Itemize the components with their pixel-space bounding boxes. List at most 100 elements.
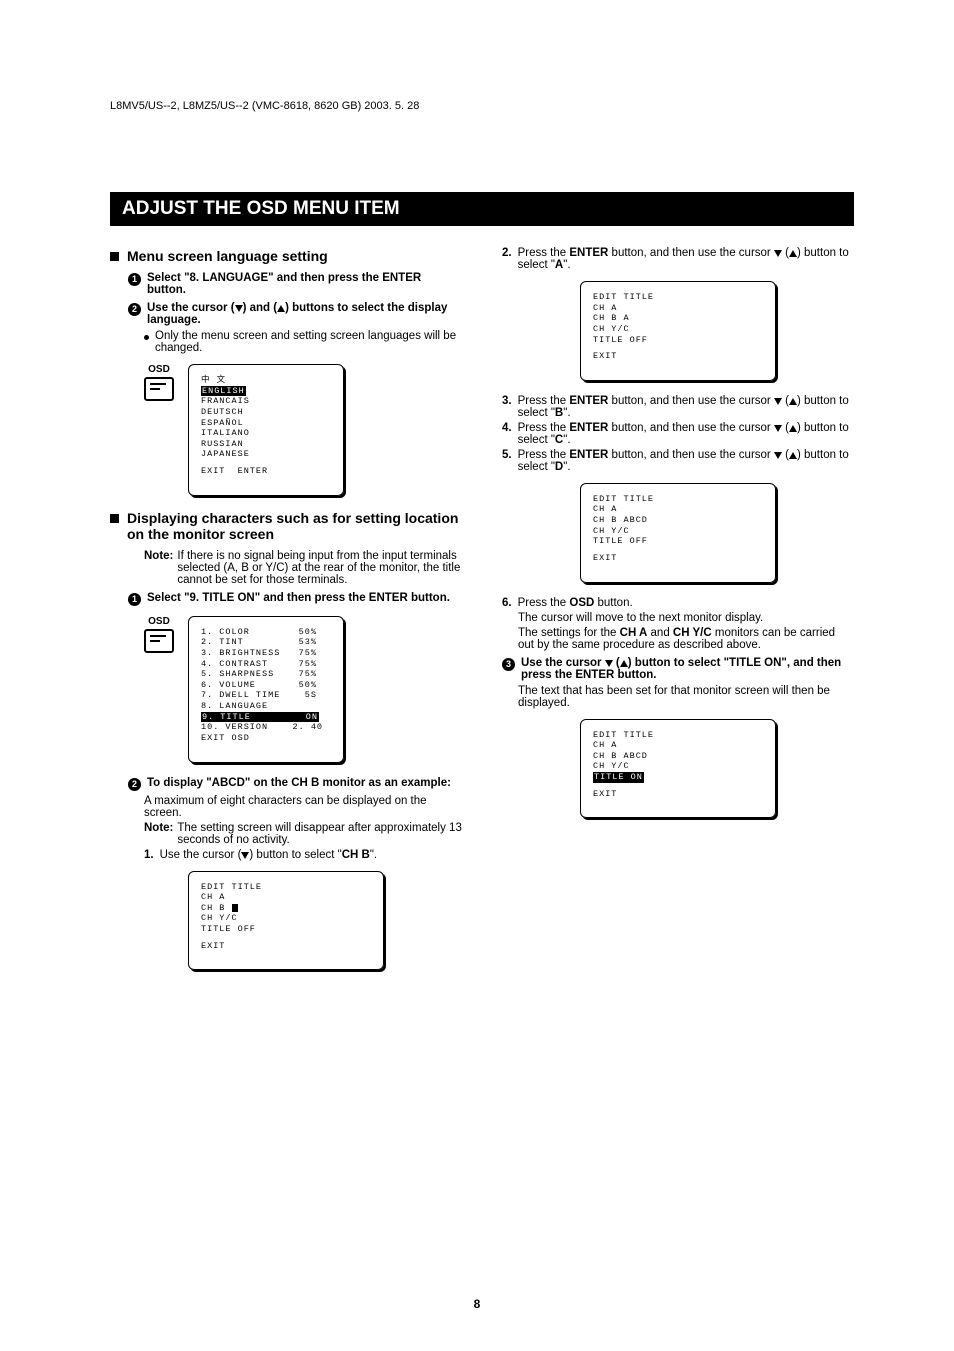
- circled-number-1-icon: 1: [128, 273, 141, 286]
- page: L8MV5/US--2, L8MZ5/US--2 (VMC-8618, 8620…: [0, 0, 954, 1351]
- substep-4: 4. Press the ENTER button, and then use …: [502, 422, 854, 446]
- screen-row: EDIT TITLE: [593, 292, 763, 303]
- substep-1: 1. Use the cursor () button to select "C…: [144, 849, 462, 861]
- step-body: The text that has been set for that moni…: [518, 685, 854, 709]
- screen-row: CH A: [593, 303, 763, 314]
- step-text: Use the cursor () and () buttons to sele…: [147, 302, 462, 326]
- osd-badge: OSD: [144, 364, 174, 401]
- language-select-screen: 中 文 ENGLISH FRANCAIS DEUTSCH ESPAÑOL ITA…: [188, 364, 344, 496]
- triangle-down-icon: [774, 250, 782, 257]
- triangle-up-icon: [620, 660, 628, 667]
- screen-row: TITLE OFF: [201, 924, 371, 935]
- menu-row: 4. CONTRAST 75%: [201, 659, 331, 670]
- triangle-down-icon: [605, 660, 613, 667]
- menu-row: 8. LANGUAGE: [201, 701, 331, 712]
- triangle-down-icon: [774, 452, 782, 459]
- step-text: Select "8. LANGUAGE" and then press the …: [147, 272, 462, 296]
- menu-row: 6. VOLUME 50%: [201, 680, 331, 691]
- note-text: If there is no signal being input from t…: [177, 550, 462, 586]
- osd-main-menu-screen: 1. COLOR 50% 2. TINT 53% 3. BRIGHTNESS 7…: [188, 616, 344, 763]
- substep-2: 2. Press the ENTER button, and then use …: [502, 247, 854, 271]
- note-text: The setting screen will disappear after …: [177, 822, 462, 846]
- bullet-dot-icon: [144, 335, 149, 340]
- circled-number-2-icon: 2: [128, 778, 141, 791]
- lang-row: FRANCAIS: [201, 396, 331, 407]
- menu-row: 7. DWELL TIME 5S: [201, 690, 331, 701]
- triangle-up-icon: [789, 425, 797, 432]
- screen-row: CH Y/C: [593, 324, 763, 335]
- screen-row: CH Y/C: [593, 761, 763, 772]
- menu-row: 5. SHARPNESS 75%: [201, 669, 331, 680]
- screen-row: EXIT: [201, 941, 371, 952]
- document-header: L8MV5/US--2, L8MZ5/US--2 (VMC-8618, 8620…: [110, 100, 854, 112]
- right-column: 2. Press the ENTER button, and then use …: [502, 244, 854, 984]
- step-2: 2 Use the cursor () and () buttons to se…: [128, 302, 462, 326]
- osd-icon: [144, 629, 174, 653]
- menu-row: EXIT OSD: [201, 733, 331, 744]
- step-text: Select "9. TITLE ON" and then press the …: [147, 592, 450, 606]
- lang-row: ESPAÑOL: [201, 418, 331, 429]
- screen-row: CH A: [593, 504, 763, 515]
- lang-row: DEUTSCH: [201, 407, 331, 418]
- triangle-down-icon: [774, 398, 782, 405]
- step-body: A maximum of eight characters can be dis…: [144, 795, 462, 819]
- lang-row: RUSSIAN: [201, 439, 331, 450]
- substep-number: 6.: [502, 597, 512, 609]
- triangle-down-icon: [774, 425, 782, 432]
- content-columns: Menu screen language setting 1 Select "8…: [110, 244, 854, 984]
- screen-row: EDIT TITLE: [593, 730, 763, 741]
- lang-row: JAPANESE: [201, 449, 331, 460]
- step-1: 1 Select "8. LANGUAGE" and then press th…: [128, 272, 462, 296]
- edit-title-screen-4: EDIT TITLE CH A CH B ABCD CH Y/C TITLE O…: [580, 719, 776, 819]
- section-heading-title-display: Displaying characters such as for settin…: [110, 510, 462, 542]
- screen-row: CH B ABCD: [593, 515, 763, 526]
- square-bullet-icon: [110, 252, 119, 261]
- circled-number-3-icon: 3: [502, 658, 515, 671]
- language-screen-figure: OSD 中 文 ENGLISH FRANCAIS DEUTSCH ESPAÑOL…: [144, 364, 462, 496]
- section-heading-language: Menu screen language setting: [110, 248, 462, 264]
- screen-row: EXIT: [593, 351, 763, 362]
- substep-text: Press the ENTER button, and then use the…: [518, 247, 854, 271]
- step-text: Use the cursor () button to select "TITL…: [521, 657, 854, 681]
- lang-row: 中 文: [201, 375, 331, 386]
- triangle-up-icon: [277, 305, 285, 312]
- osd-icon: [144, 377, 174, 401]
- note-row: Note: If there is no signal being input …: [144, 550, 462, 586]
- substep-5: 5. Press the ENTER button, and then use …: [502, 449, 854, 473]
- screen-row: CH A: [593, 740, 763, 751]
- circled-number-1-icon: 1: [128, 593, 141, 606]
- lang-footer: EXIT ENTER: [201, 466, 331, 477]
- edit-title-screen-1: EDIT TITLE CH A CH B CH Y/C TITLE OFF EX…: [188, 871, 384, 971]
- section-heading-text: Displaying characters such as for settin…: [127, 510, 462, 542]
- note-label: Note:: [144, 550, 173, 586]
- lang-row-selected: ENGLISH: [201, 386, 331, 397]
- screen-row: EXIT: [593, 789, 763, 800]
- triangle-up-icon: [789, 250, 797, 257]
- menu-row: 10. VERSION 2. 40: [201, 722, 331, 733]
- lang-row: ITALIANO: [201, 428, 331, 439]
- osd-label: OSD: [144, 364, 174, 375]
- bullet-text: Only the menu screen and setting screen …: [155, 330, 462, 354]
- screen-row: CH B ABCD: [593, 751, 763, 762]
- step-3: 3 Use the cursor () button to select "TI…: [502, 657, 854, 681]
- triangle-up-icon: [789, 452, 797, 459]
- page-title-bar: ADJUST THE OSD MENU ITEM: [110, 192, 854, 226]
- left-column: Menu screen language setting 1 Select "8…: [110, 244, 462, 984]
- substep-number: 1.: [144, 849, 154, 861]
- substep-number: 3.: [502, 395, 512, 419]
- square-bullet-icon: [110, 514, 119, 523]
- screen-row: EXIT: [593, 553, 763, 564]
- substep-text: Press the OSD button.: [518, 597, 633, 609]
- note-row: Note: The setting screen will disappear …: [144, 822, 462, 846]
- menu-row: 3. BRIGHTNESS 75%: [201, 648, 331, 659]
- menu-row-selected: 9. TITLE ON: [201, 712, 331, 723]
- screen-row: TITLE OFF: [593, 335, 763, 346]
- osd-badge: OSD: [144, 616, 174, 653]
- substep-number: 2.: [502, 247, 512, 271]
- substep-text: Use the cursor () button to select "CH B…: [160, 849, 378, 861]
- substep-text: Press the ENTER button, and then use the…: [518, 422, 854, 446]
- screen-row: CH B: [201, 903, 371, 914]
- sec2-step-1: 1 Select "9. TITLE ON" and then press th…: [128, 592, 462, 606]
- screen-row: CH Y/C: [593, 526, 763, 537]
- edit-title-screen-3: EDIT TITLE CH A CH B ABCD CH Y/C TITLE O…: [580, 483, 776, 583]
